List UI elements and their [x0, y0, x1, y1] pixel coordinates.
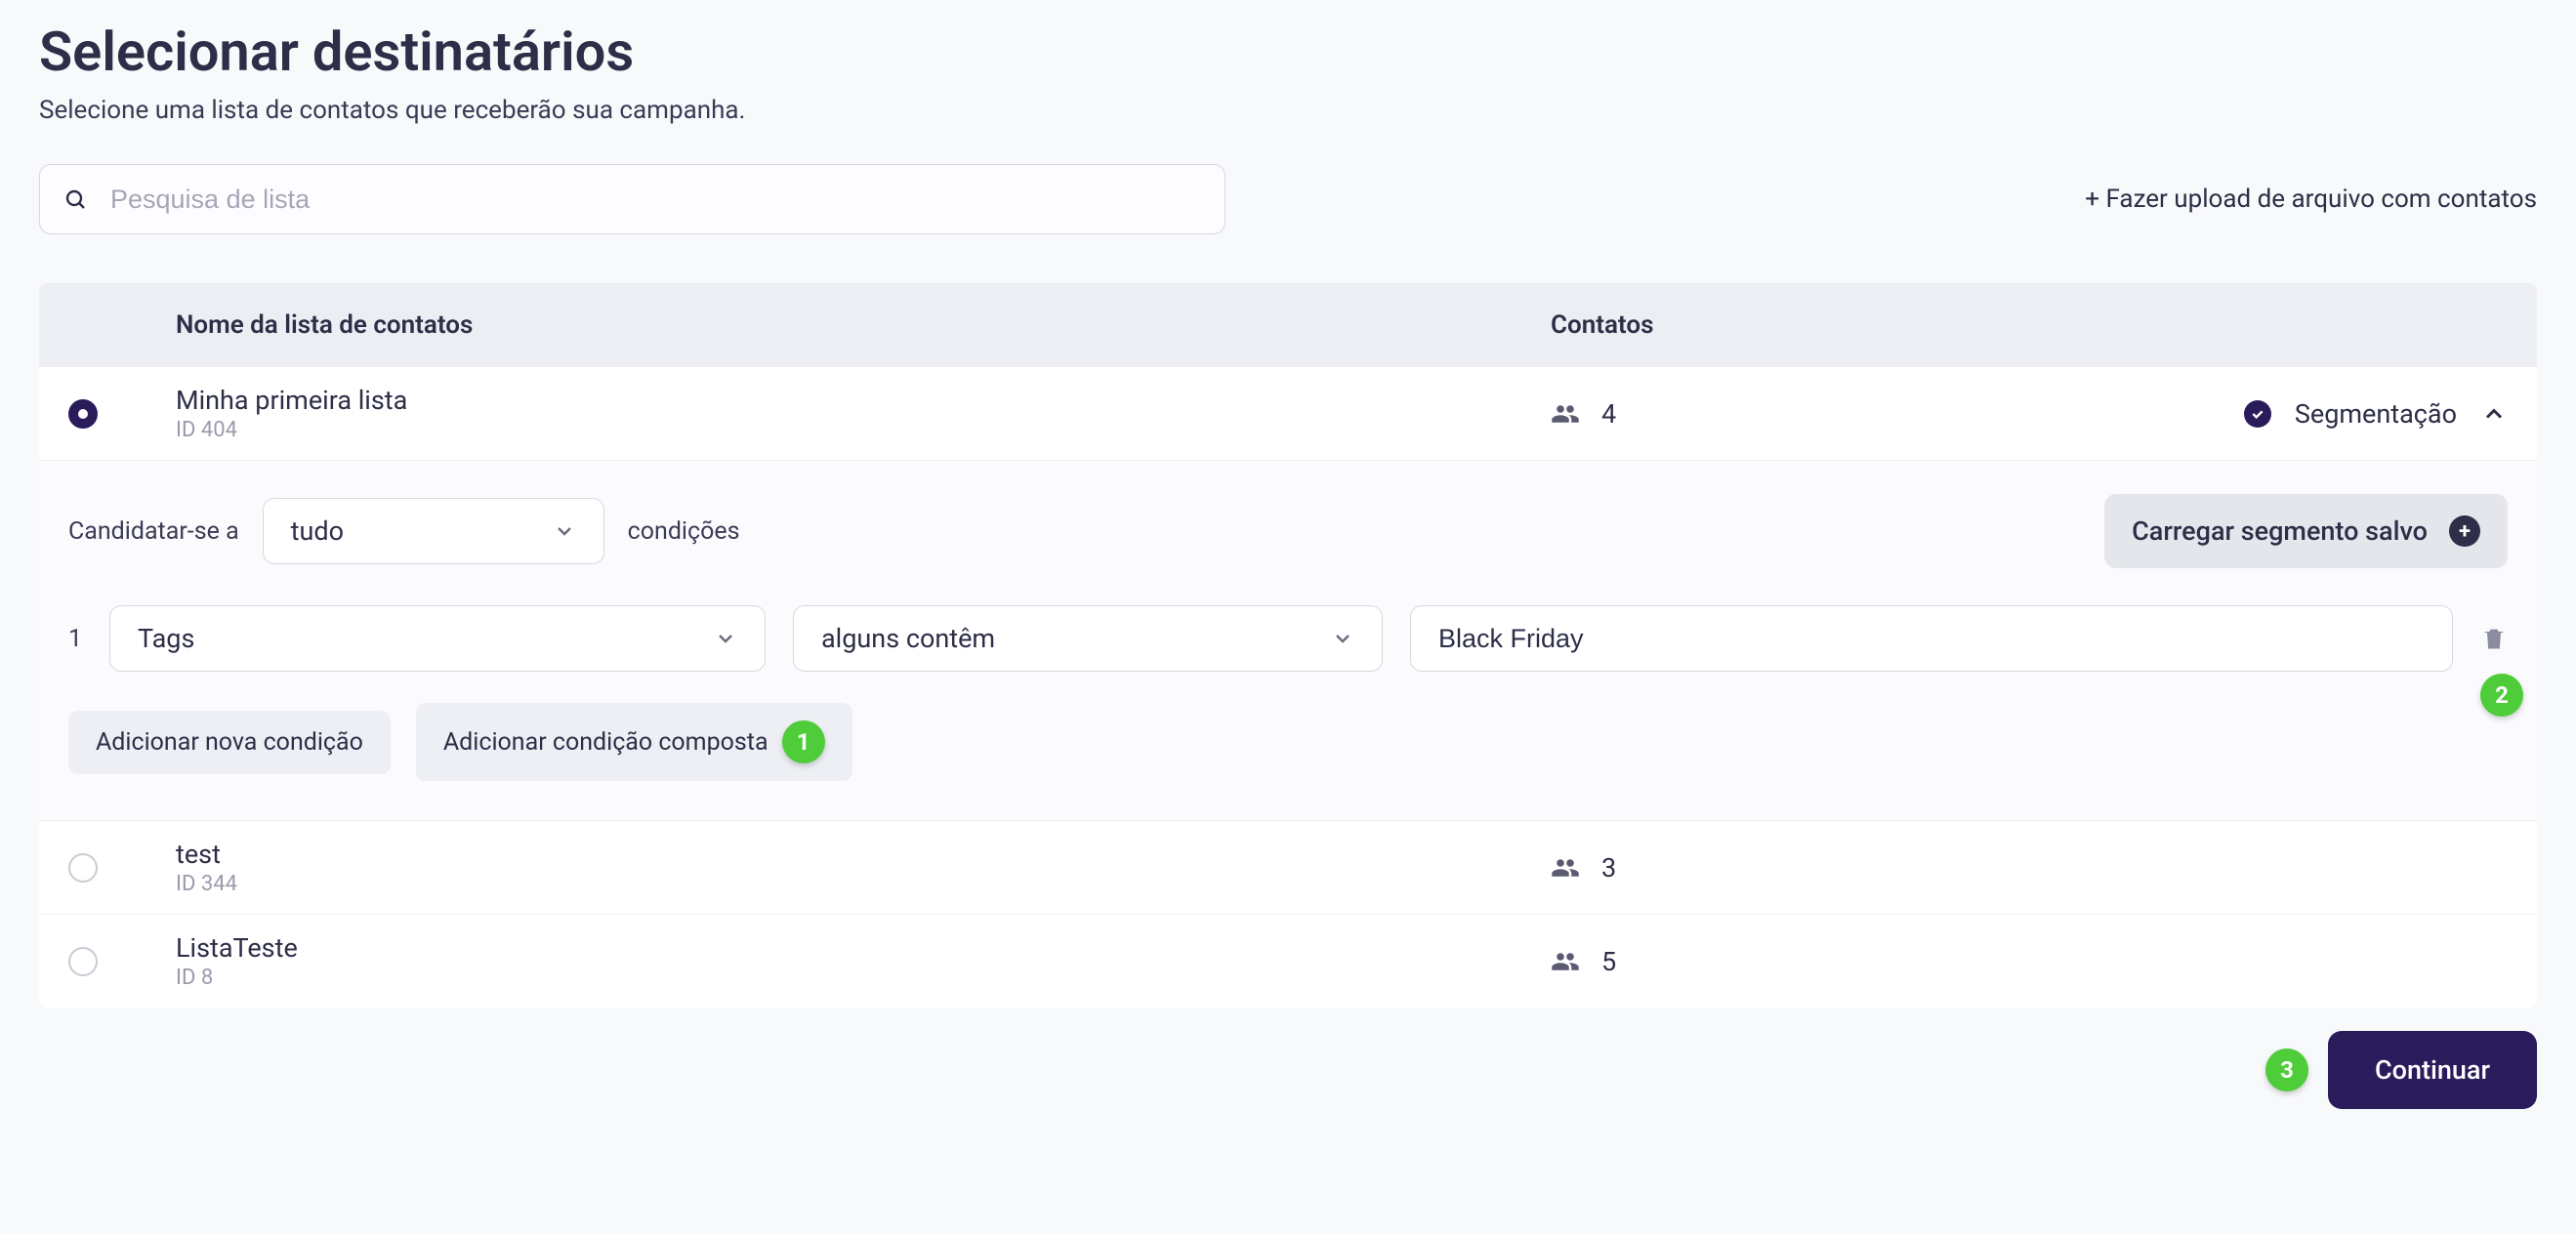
- table-row[interactable]: Minha primeira lista ID 404 4 Segmentaçã…: [39, 367, 2537, 461]
- segmentation-label: Segmentação: [2295, 398, 2457, 430]
- chevron-down-icon: [1331, 627, 1354, 650]
- load-saved-label: Carregar segmento salvo: [2132, 515, 2428, 547]
- apply-prefix: Candidatar-se a: [68, 517, 239, 546]
- condition-value-input[interactable]: [1410, 605, 2453, 672]
- list-radio[interactable]: [68, 947, 98, 976]
- condition-field-select[interactable]: Tags: [109, 605, 766, 672]
- upload-contacts-link[interactable]: + Fazer upload de arquivo com contatos: [2085, 185, 2537, 214]
- footer: 3 Continuar: [39, 1031, 2537, 1109]
- list-id: ID 8: [176, 966, 1551, 990]
- step-badge-3: 3: [2265, 1049, 2308, 1091]
- segmentation-panel: Candidatar-se a tudo condições Carregar …: [39, 461, 2537, 821]
- people-icon: [1551, 947, 1580, 976]
- list-id: ID 404: [176, 418, 1551, 442]
- page-subtitle: Selecione uma lista de contatos que rece…: [39, 96, 2537, 125]
- search-field-wrapper[interactable]: [39, 164, 1226, 234]
- people-icon: [1551, 853, 1580, 883]
- continue-label: Continuar: [2375, 1054, 2490, 1086]
- add-composite-condition-button[interactable]: Adicionar condição composta 1: [416, 703, 852, 781]
- list-name: Minha primeira lista: [176, 385, 1551, 416]
- people-icon: [1551, 399, 1580, 429]
- step-badge-1: 1: [782, 720, 825, 763]
- list-radio[interactable]: [68, 853, 98, 883]
- condition-actions: Adicionar nova condição Adicionar condiç…: [68, 703, 2508, 781]
- segmentation-toggle[interactable]: Segmentação: [2098, 398, 2508, 430]
- add-condition-label: Adicionar nova condição: [96, 728, 363, 757]
- table-row[interactable]: ListaTeste ID 8 5: [39, 915, 2537, 1008]
- contacts-cell: 5: [1551, 946, 2098, 977]
- upload-link-text: + Fazer upload de arquivo com contatos: [2085, 185, 2537, 214]
- list-name: test: [176, 839, 1551, 870]
- step-badge-2: 2: [2480, 674, 2523, 717]
- search-icon: [63, 187, 87, 211]
- list-id: ID 344: [176, 872, 1551, 896]
- apply-mode-select[interactable]: tudo: [263, 498, 604, 564]
- condition-field-value: Tags: [138, 623, 194, 654]
- apply-row: Candidatar-se a tudo condições Carregar …: [68, 494, 2508, 568]
- load-saved-segment-button[interactable]: Carregar segmento salvo +: [2104, 494, 2508, 568]
- condition-operator-value: alguns contêm: [821, 623, 995, 654]
- contacts-count: 4: [1601, 398, 1616, 430]
- search-input[interactable]: [110, 185, 1201, 215]
- chevron-down-icon: [553, 519, 576, 543]
- apply-suffix: condições: [628, 517, 740, 546]
- contact-lists-table: Nome da lista de contatos Contatos Minha…: [39, 283, 2537, 1008]
- chevron-down-icon: [714, 627, 737, 650]
- contacts-cell: 4: [1551, 398, 2098, 430]
- header-contacts: Contatos: [1551, 310, 2098, 340]
- toolbar: + Fazer upload de arquivo com contatos: [39, 164, 2537, 234]
- list-radio[interactable]: [68, 399, 98, 429]
- add-condition-button[interactable]: Adicionar nova condição: [68, 711, 391, 774]
- trash-icon[interactable]: [2480, 625, 2508, 652]
- add-composite-label: Adicionar condição composta: [443, 728, 769, 757]
- plus-circle-icon: +: [2449, 515, 2480, 547]
- page-title: Selecionar destinatários: [39, 20, 2537, 84]
- continue-button[interactable]: Continuar: [2328, 1031, 2537, 1109]
- condition-index: 1: [68, 625, 82, 653]
- condition-operator-select[interactable]: alguns contêm: [793, 605, 1383, 672]
- table-header: Nome da lista de contatos Contatos: [39, 283, 2537, 367]
- check-circle-icon: [2244, 400, 2271, 428]
- header-name: Nome da lista de contatos: [176, 310, 1551, 340]
- condition-row: 1 Tags alguns contêm 2: [68, 605, 2508, 672]
- contacts-count: 5: [1601, 946, 1616, 977]
- contacts-cell: 3: [1551, 852, 2098, 884]
- table-row[interactable]: test ID 344 3: [39, 821, 2537, 915]
- apply-mode-value: tudo: [291, 515, 344, 547]
- chevron-up-icon: [2480, 400, 2508, 428]
- list-name: ListaTeste: [176, 932, 1551, 964]
- contacts-count: 3: [1601, 852, 1616, 884]
